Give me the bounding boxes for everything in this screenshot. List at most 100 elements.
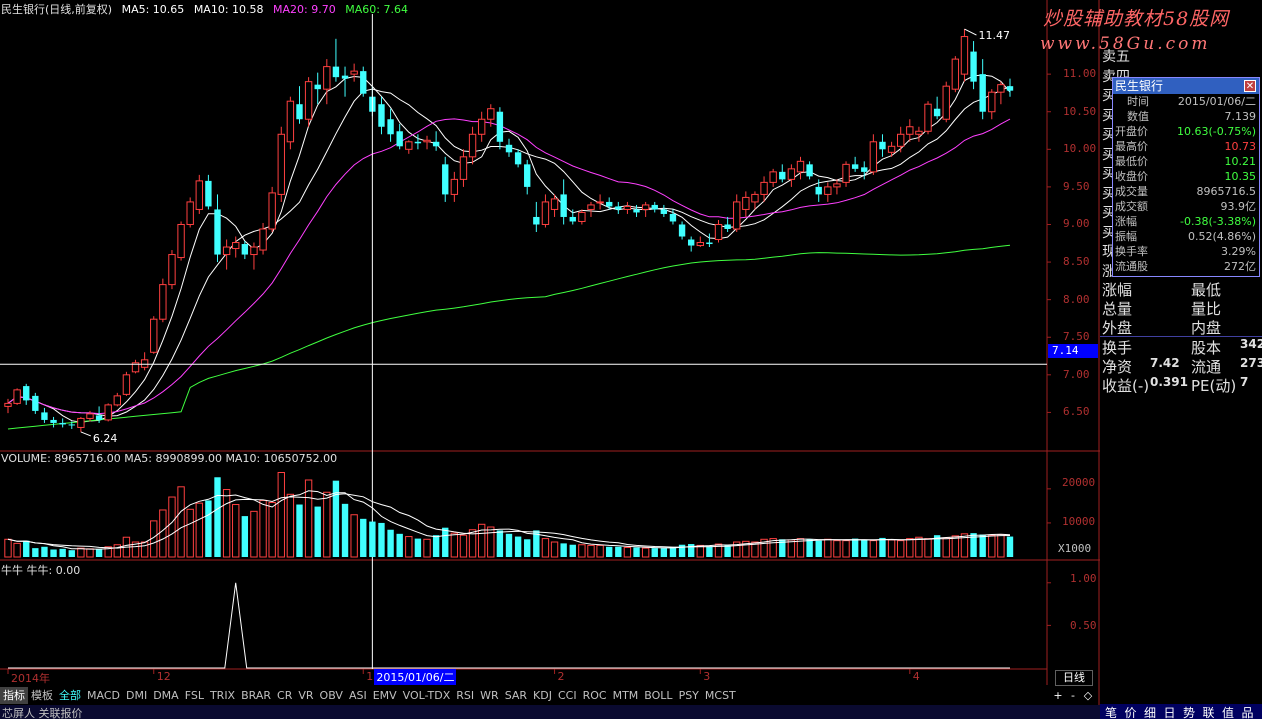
ma5-label: MA5: 10.65 xyxy=(121,3,185,16)
tab-obv[interactable]: OBV xyxy=(317,687,346,704)
volume-bar-up xyxy=(250,510,258,558)
tooltip-value: 8965716.5 xyxy=(1196,185,1257,198)
quote-tab[interactable]: 联 xyxy=(1203,704,1215,719)
tab-指标[interactable]: 指标 xyxy=(0,687,28,704)
volume-bar-down xyxy=(979,534,986,557)
volume-bar-down xyxy=(706,546,713,557)
volume-bar-up xyxy=(487,526,495,558)
tab-mtm[interactable]: MTM xyxy=(610,687,642,704)
ind-tick-1: 1.00 xyxy=(1070,572,1097,585)
tooltip-value: 93.9亿 xyxy=(1220,200,1257,213)
tab-dmi[interactable]: DMI xyxy=(123,687,150,704)
vol-tick-20000: 20000 xyxy=(1062,476,1096,489)
volume-bar-up xyxy=(195,502,203,558)
tab-vr[interactable]: VR xyxy=(295,687,316,704)
tooltip-value: 3.29% xyxy=(1221,245,1256,258)
tab-roc[interactable]: ROC xyxy=(580,687,610,704)
low-marker-line xyxy=(80,431,92,437)
tab-macd[interactable]: MACD xyxy=(84,687,123,704)
candle-body-up xyxy=(405,141,413,150)
close-icon[interactable]: ✕ xyxy=(1244,80,1256,92)
tab-emv[interactable]: EMV xyxy=(370,687,400,704)
quote-tab[interactable]: 值 xyxy=(1222,704,1234,719)
volume-bar-up xyxy=(942,537,950,558)
volume-bar-down xyxy=(660,548,668,557)
tab-vol-tdx[interactable]: VOL-TDX xyxy=(400,687,454,704)
date-tick-label: 2014年 xyxy=(11,672,50,685)
candle-body-up xyxy=(286,100,295,143)
candle-body-down xyxy=(414,141,422,144)
tooltip-row: 数值 7.139 xyxy=(1113,109,1259,124)
tooltip-value: 7.139 xyxy=(1224,110,1257,123)
tooltip-row: 最高价 10.73 xyxy=(1113,139,1259,154)
candle-body-down xyxy=(59,422,66,425)
tab-psy[interactable]: PSY xyxy=(676,687,702,704)
quote-tab[interactable]: 细 xyxy=(1144,704,1156,719)
volume-bar-up xyxy=(4,538,12,558)
vol-unit-label: X1000 xyxy=(1058,542,1092,555)
volume-bar-up xyxy=(623,546,632,558)
volume-bar-down xyxy=(314,506,321,557)
tab-mcst[interactable]: MCST xyxy=(702,687,739,704)
volume-bar-down xyxy=(214,477,221,557)
candle-body-up xyxy=(587,204,595,210)
ma5-line xyxy=(7,74,1011,423)
volume-bar-up xyxy=(596,544,604,558)
quote-tab[interactable]: 日 xyxy=(1164,704,1176,719)
candle-body-down xyxy=(606,201,613,207)
quote-tab[interactable]: 品 xyxy=(1242,704,1254,719)
quote-tab[interactable]: 笔 xyxy=(1105,704,1117,719)
price-tick-label: 7.00 xyxy=(1063,367,1090,381)
data-tooltip-window[interactable]: 民生银行 ✕ 时间 2015/01/06/二 数值 7.139 开盘价 10.63(-0.… xyxy=(1112,77,1260,277)
volume-bar-down xyxy=(606,546,613,557)
tab-wr[interactable]: WR xyxy=(477,687,502,704)
indicator-line xyxy=(8,582,1010,669)
quote-tab[interactable]: 势 xyxy=(1183,704,1195,719)
candle-body-up xyxy=(232,242,240,250)
tab-模板[interactable]: 模板 xyxy=(28,687,56,704)
candle-body-down xyxy=(560,194,567,217)
quote-partial-label: 卖五 xyxy=(1102,49,1130,65)
quote-label: PE(动) xyxy=(1191,377,1237,395)
tab-boll[interactable]: BOLL xyxy=(641,687,675,704)
volume-bar-down xyxy=(341,503,349,557)
candle-body-up xyxy=(696,242,704,247)
candle-body-up xyxy=(177,223,185,259)
volume-bar-up xyxy=(232,504,240,558)
candle-body-down xyxy=(660,209,668,214)
tab-全部[interactable]: 全部 xyxy=(56,687,84,704)
candle-body-up xyxy=(150,318,158,353)
volume-bar-up xyxy=(842,540,850,558)
candle-body-up xyxy=(897,133,905,147)
tab-cr[interactable]: CR xyxy=(274,687,295,704)
candle-body-down xyxy=(524,164,531,187)
ma60-line xyxy=(7,244,1011,430)
tab-brar[interactable]: BRAR xyxy=(238,687,274,704)
tab-fsl[interactable]: FSL xyxy=(182,687,207,704)
quote-tab[interactable]: 价 xyxy=(1125,704,1137,719)
tab-rsi[interactable]: RSI xyxy=(453,687,477,704)
candle-body-down xyxy=(678,224,686,237)
period-tab-daily[interactable]: 日线 xyxy=(1055,670,1093,686)
tooltip-value: 10.21 xyxy=(1224,155,1257,168)
candle-body-down xyxy=(851,164,859,169)
tooltip-titlebar[interactable]: 民生银行 ✕ xyxy=(1113,78,1259,94)
tab-asi[interactable]: ASI xyxy=(346,687,370,704)
candle-body-up xyxy=(906,126,914,135)
tab-cci[interactable]: CCI xyxy=(555,687,580,704)
tab-dma[interactable]: DMA xyxy=(150,687,182,704)
volume-bar-up xyxy=(86,548,94,558)
volume-bar-down xyxy=(815,540,822,557)
volume-bar-up xyxy=(897,540,905,558)
volume-bar-down xyxy=(378,522,385,557)
candle-body-down xyxy=(970,51,977,82)
volume-bar-up xyxy=(833,540,841,558)
tab-kdj[interactable]: KDJ xyxy=(530,687,555,704)
candle-body-down xyxy=(432,141,440,147)
tooltip-key: 成交额 xyxy=(1115,200,1148,213)
tab-trix[interactable]: TRIX xyxy=(207,687,238,704)
volume-bar-down xyxy=(442,527,449,557)
tooltip-key: 最高价 xyxy=(1115,140,1148,153)
tab-sar[interactable]: SAR xyxy=(502,687,530,704)
tooltip-value: 2015/01/06/二 xyxy=(1177,95,1256,108)
